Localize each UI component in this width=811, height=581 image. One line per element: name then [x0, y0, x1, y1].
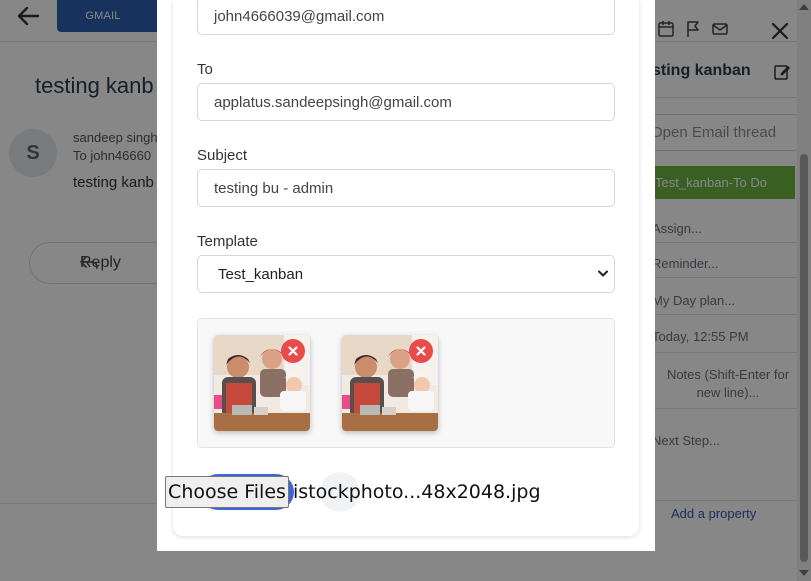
to-label: To — [197, 61, 213, 78]
subject-label: Subject — [197, 147, 248, 164]
from-field[interactable]: john4666039@gmail.com — [197, 0, 615, 35]
to-field[interactable]: applatus.sandeepsingh@gmail.com — [197, 83, 615, 121]
template-select[interactable]: Test_kanban — [197, 255, 615, 293]
close-icon — [416, 346, 426, 356]
choose-files-button[interactable]: Choose Files — [165, 476, 289, 508]
template-label: Template — [197, 233, 258, 250]
remove-attachment-button[interactable] — [281, 339, 305, 363]
subject-field[interactable]: testing bu - admin — [197, 169, 615, 207]
selected-file-name: istockphoto...48x2048.jpg — [293, 481, 541, 503]
remove-attachment-button[interactable] — [409, 339, 433, 363]
template-selected-value: Test_kanban — [218, 265, 304, 283]
chevron-down-icon — [598, 270, 608, 277]
close-icon — [288, 346, 298, 356]
